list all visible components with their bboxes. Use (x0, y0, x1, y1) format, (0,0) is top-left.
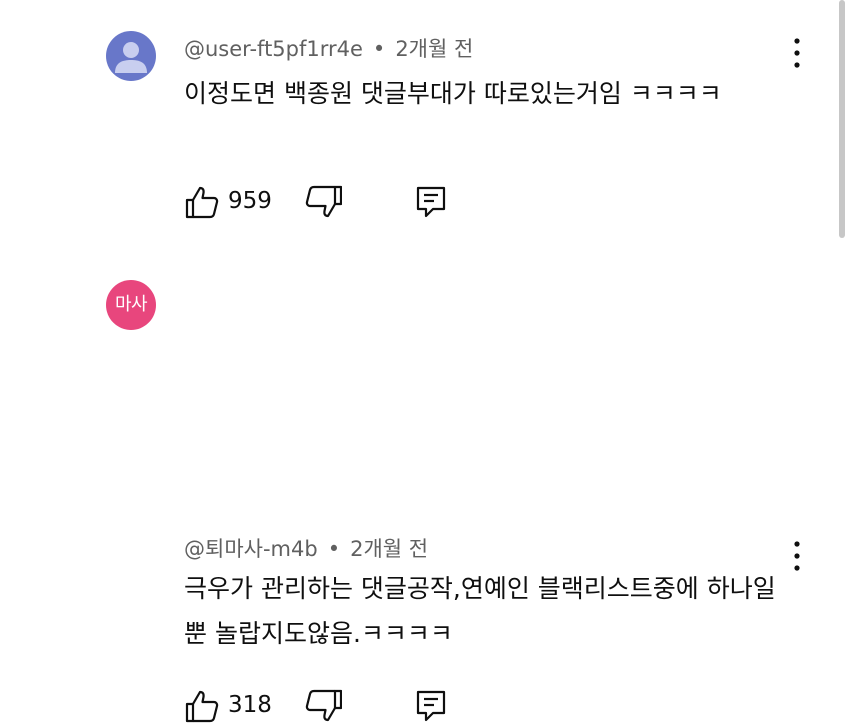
more-options-button[interactable] (782, 33, 812, 73)
avatar[interactable]: 마사 (106, 280, 156, 330)
like-button[interactable] (184, 184, 220, 220)
more-vertical-icon (794, 541, 800, 571)
avatar[interactable] (106, 31, 156, 81)
comment-meta: @퇴마사-m4b • 2개월 전 (184, 533, 428, 563)
like-count: 959 (228, 188, 272, 214)
reply-button[interactable] (414, 184, 448, 220)
thumbs-down-icon (305, 185, 343, 218)
like-count: 318 (228, 692, 272, 718)
thumbs-up-icon (185, 690, 219, 723)
reply-comment-icon (416, 186, 446, 218)
comment-time[interactable]: 2개월 전 (350, 537, 428, 561)
meta-separator: • (327, 537, 341, 561)
comment-text: 이정도면 백종원 댓글부대가 따로있는거임 ㅋㅋㅋㅋ (184, 79, 722, 108)
default-user-icon (115, 42, 147, 73)
dislike-button[interactable] (302, 688, 343, 724)
dislike-button[interactable] (302, 184, 343, 220)
author-name[interactable]: @퇴마사-m4b (184, 537, 318, 561)
reply-button[interactable] (414, 688, 448, 724)
thumbs-up-icon (185, 186, 219, 219)
comment-text: 극우가 관리하는 댓글공작,연예인 블랙리스트중에 하나일 뿐 놀랍지도않음.ㅋ… (184, 574, 776, 648)
comment-item: @user-ft5pf1rr4e • 2개월 전 이정도면 백종원 댓글부대가 따로… (0, 0, 850, 250)
meta-separator: • (372, 37, 386, 61)
author-name[interactable]: @user-ft5pf1rr4e (184, 37, 363, 61)
more-options-button[interactable] (782, 536, 812, 576)
scrollbar-thumb[interactable] (839, 0, 845, 238)
avatar-initials: 마사 (114, 294, 148, 315)
thumbs-down-icon (305, 689, 343, 722)
more-vertical-icon (794, 38, 800, 68)
comment-time[interactable]: 2개월 전 (395, 37, 473, 61)
comment-meta: @user-ft5pf1rr4e • 2개월 전 (184, 33, 473, 63)
reply-comment-icon (416, 690, 446, 722)
like-button[interactable] (184, 688, 220, 724)
comment-item: 마사 @퇴마사-m4b • 2개월 전 극우가 관리하는 댓글공작,연예인 블랙리스… (0, 250, 850, 723)
